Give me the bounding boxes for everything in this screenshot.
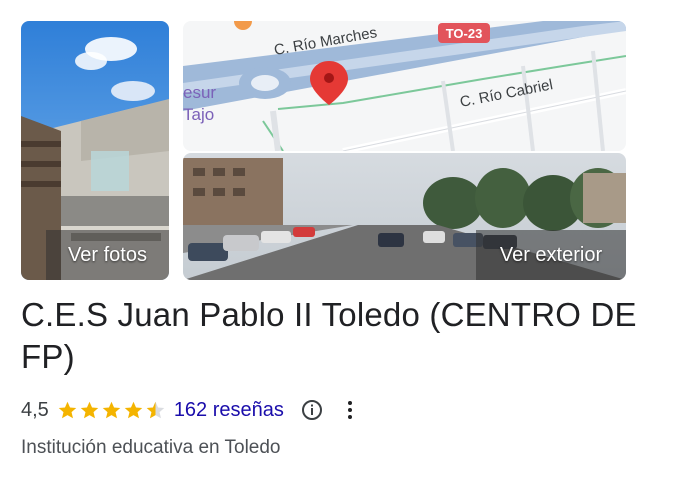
info-circle-icon[interactable]	[300, 398, 324, 422]
star-half-icon	[146, 401, 165, 418]
place-category: Institución educativa en Toledo	[21, 437, 281, 458]
building-photo-tile[interactable]: Ver fotos	[21, 21, 169, 280]
ver-exterior-button[interactable]: Ver exterior	[476, 230, 626, 280]
rating-value: 4,5	[21, 398, 49, 421]
reviews-link[interactable]: 162 reseñas	[174, 399, 284, 422]
ver-exterior-label: Ver exterior	[499, 243, 603, 266]
highway-badge-text: TO-23	[446, 26, 483, 41]
street-view-tile[interactable]: Ver exterior	[183, 153, 626, 280]
ver-fotos-button[interactable]: Ver fotos	[46, 230, 169, 280]
area-label-line2: Tajo	[183, 105, 214, 124]
map-thumbnail[interactable]: TO-23 C. Río Marches C. Río Cabriel esur…	[183, 21, 626, 151]
star-icon	[124, 401, 143, 418]
star-icon	[58, 401, 77, 418]
star-icon	[102, 401, 121, 418]
map-canvas: TO-23 C. Río Marches C. Río Cabriel esur…	[183, 21, 626, 151]
rating-row: 4,5 162 reseñas	[21, 396, 376, 424]
place-title: C.E.S Juan Pablo II Toledo (CENTRO DE FP…	[21, 296, 637, 375]
star-icon	[80, 401, 99, 418]
ver-fotos-label: Ver fotos	[68, 243, 147, 266]
area-label-line1: esur	[183, 83, 216, 102]
rating-stars	[57, 400, 166, 421]
more-vertical-icon[interactable]	[338, 398, 362, 422]
